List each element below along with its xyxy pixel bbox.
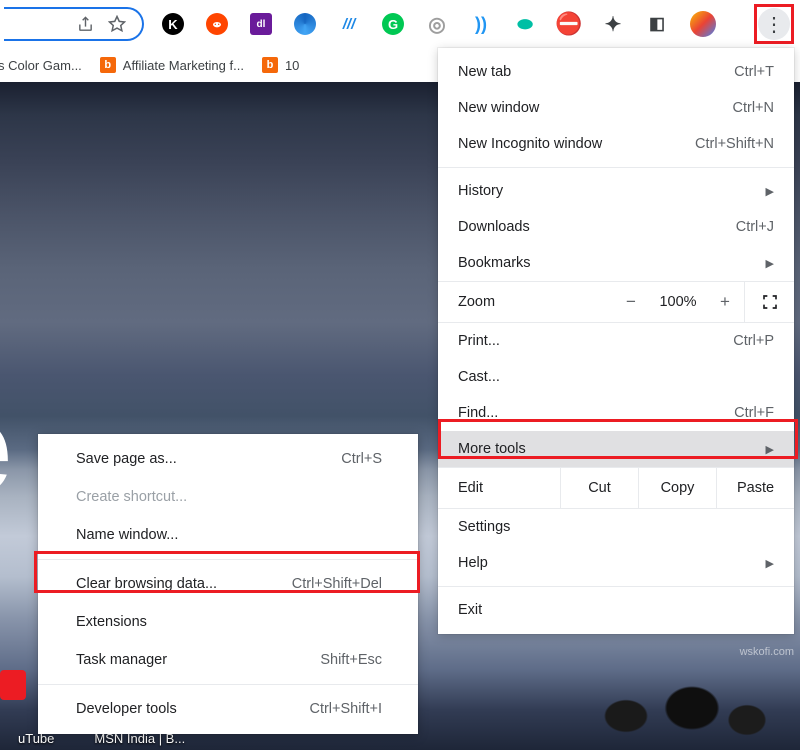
watermark: wskofi.com <box>740 646 794 658</box>
ext-reddit-icon[interactable] <box>206 13 228 35</box>
edit-label: Edit <box>438 480 560 496</box>
menu-zoom-row: Zoom − 100% + <box>438 281 794 323</box>
bookmark-favicon: b <box>262 57 278 73</box>
submenu-create-shortcut: Create shortcut... <box>38 478 418 516</box>
red-badge <box>0 670 26 700</box>
ext-sound-icon[interactable]: )) <box>470 13 492 35</box>
ext-purple-icon[interactable]: dl <box>250 13 272 35</box>
chevron-right-icon: ▶ <box>762 257 774 270</box>
menu-bookmarks[interactable]: Bookmarks▶ <box>438 245 794 281</box>
zoom-label: Zoom <box>458 294 612 310</box>
bookmark-item[interactable]: b Affiliate Marketing f... <box>100 57 244 73</box>
more-button[interactable]: ⋮ <box>758 8 790 40</box>
ext-adblock-icon[interactable]: ⛔ <box>558 13 580 35</box>
menu-new-window[interactable]: New windowCtrl+N <box>438 90 794 126</box>
menu-more-tools[interactable]: More tools▶ <box>438 431 794 467</box>
menu-settings[interactable]: Settings <box>438 509 794 545</box>
menu-find[interactable]: Find...Ctrl+F <box>438 395 794 431</box>
ext-blue-slash-icon[interactable]: /// <box>338 13 360 35</box>
copy-button[interactable]: Copy <box>638 468 716 508</box>
zoom-out-button[interactable]: − <box>612 292 650 312</box>
submenu-task-manager[interactable]: Task managerShift+Esc <box>38 641 418 679</box>
ext-grammarly-icon[interactable]: G <box>382 13 404 35</box>
submenu-extensions[interactable]: Extensions <box>38 603 418 641</box>
menu-exit[interactable]: Exit <box>438 592 794 628</box>
browser-toolbar: K dl /// G ◎ )) ⬬ ⛔ ✦ ◧ ⋮ <box>0 0 800 48</box>
ext-shield-icon[interactable]: ◎ <box>426 13 448 35</box>
chevron-right-icon: ▶ <box>762 185 774 198</box>
bookmark-item[interactable]: s Color Gam... <box>0 58 82 73</box>
submenu-separator <box>38 684 418 685</box>
menu-help[interactable]: Help▶ <box>438 545 794 581</box>
fullscreen-button[interactable] <box>744 282 794 322</box>
avatar-icon[interactable] <box>690 11 716 37</box>
more-tools-submenu: Save page as...Ctrl+S Create shortcut...… <box>38 434 418 734</box>
bookmark-favicon: b <box>100 57 116 73</box>
zoom-in-button[interactable]: + <box>706 292 744 312</box>
chevron-right-icon: ▶ <box>762 443 774 456</box>
menu-history[interactable]: History▶ <box>438 173 794 209</box>
submenu-name-window[interactable]: Name window... <box>38 516 418 554</box>
ext-keyword-icon[interactable]: K <box>162 13 184 35</box>
share-icon[interactable] <box>76 15 95 34</box>
cut-button[interactable]: Cut <box>560 468 638 508</box>
menu-separator <box>438 586 794 587</box>
bookmark-label: s Color Gam... <box>0 58 82 73</box>
zoom-percent: 100% <box>650 294 706 310</box>
highlight-more-button: ⋮ <box>754 4 794 44</box>
extension-icons: K dl /// G ◎ )) ⬬ ⛔ ✦ ◧ <box>162 11 748 37</box>
bookmark-label: Affiliate Marketing f... <box>123 58 244 73</box>
address-bar-fragment[interactable] <box>4 7 144 41</box>
menu-cast[interactable]: Cast... <box>438 359 794 395</box>
menu-edit-row: Edit Cut Copy Paste <box>438 467 794 509</box>
bookmark-label: 10 <box>285 58 299 73</box>
ext-panel-icon[interactable]: ◧ <box>646 13 668 35</box>
ext-ninja-icon[interactable]: ⬬ <box>514 13 536 35</box>
menu-print[interactable]: Print...Ctrl+P <box>438 323 794 359</box>
submenu-developer-tools[interactable]: Developer toolsCtrl+Shift+I <box>38 690 418 728</box>
paste-button[interactable]: Paste <box>716 468 794 508</box>
bookmark-item[interactable]: b 10 <box>262 57 299 73</box>
star-icon[interactable] <box>107 15 126 34</box>
chevron-right-icon: ▶ <box>762 557 774 570</box>
menu-downloads[interactable]: DownloadsCtrl+J <box>438 209 794 245</box>
chrome-menu: New tabCtrl+T New windowCtrl+N New Incog… <box>438 48 794 634</box>
menu-new-tab[interactable]: New tabCtrl+T <box>438 54 794 90</box>
ext-puzzle-icon[interactable]: ✦ <box>602 13 624 35</box>
menu-incognito[interactable]: New Incognito windowCtrl+Shift+N <box>438 126 794 162</box>
menu-separator <box>438 167 794 168</box>
submenu-clear-browsing-data[interactable]: Clear browsing data...Ctrl+Shift+Del <box>38 565 418 603</box>
submenu-separator <box>38 559 418 560</box>
submenu-save-page[interactable]: Save page as...Ctrl+S <box>38 440 418 478</box>
edge-logo-fragment: e <box>0 372 4 522</box>
ext-similarweb-icon[interactable] <box>294 13 316 35</box>
